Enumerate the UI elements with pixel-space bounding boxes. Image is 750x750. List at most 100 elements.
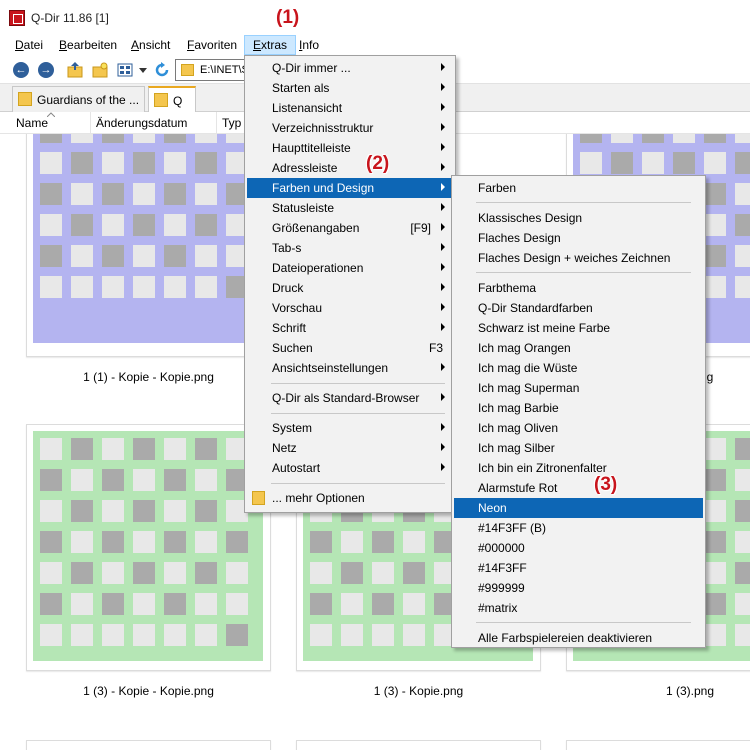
- submenu-item-neon[interactable]: Neon: [454, 498, 703, 518]
- submenu-item-14f3ff-b[interactable]: #14F3FF (B): [454, 518, 703, 538]
- submenu-item-barbie[interactable]: Ich mag Barbie: [454, 398, 703, 418]
- submenu-arrow-icon: [441, 423, 445, 431]
- menu-bearbeiten[interactable]: Bearbeiten: [59, 36, 117, 56]
- submenu-item-000000[interactable]: #000000: [454, 538, 703, 558]
- title-bar: Q-Dir 11.86 [1]: [0, 0, 750, 32]
- file-caption[interactable]: 1 (1) - Kopie - Kopie.png: [26, 370, 271, 384]
- menu-bar: Datei Bearbeiten Ansicht Favoriten Extra…: [0, 32, 750, 56]
- menu-ansicht[interactable]: Ansicht: [131, 36, 170, 56]
- back-icon[interactable]: ←: [13, 62, 29, 78]
- thumbnail-cell: [403, 593, 425, 615]
- menu-datei[interactable]: Datei: [15, 36, 43, 56]
- menu-item-mehr-optionen[interactable]: ... mehr Optionen: [247, 488, 453, 508]
- thumbnail-cell: [133, 562, 155, 584]
- submenu-arrow-icon: [441, 243, 445, 251]
- submenu-item-matrix[interactable]: #matrix: [454, 598, 703, 618]
- thumbnail-cell: [40, 438, 62, 460]
- thumbnail-cell: [735, 438, 750, 460]
- menu-item-farben-und-design[interactable]: Farben und Design: [247, 178, 453, 198]
- menu-item-adressleiste[interactable]: Adressleiste: [247, 158, 453, 178]
- menu-item-tabs[interactable]: Tab-s: [247, 238, 453, 258]
- callout-3: (3): [594, 474, 618, 495]
- forward-icon[interactable]: →: [38, 62, 54, 78]
- thumbnail-cell: [195, 593, 217, 615]
- thumbnail-cell: [735, 562, 750, 584]
- submenu-item-schwarz[interactable]: Schwarz ist meine Farbe: [454, 318, 703, 338]
- submenu-item-superman[interactable]: Ich mag Superman: [454, 378, 703, 398]
- thumbnail-cell: [735, 624, 750, 646]
- thumbnail-blue[interactable]: [26, 134, 271, 357]
- column-divider[interactable]: [90, 112, 91, 134]
- thumbnail-green[interactable]: [26, 424, 271, 671]
- menu-item-druck[interactable]: Druck: [247, 278, 453, 298]
- column-name[interactable]: Name: [16, 116, 48, 130]
- menu-favoriten[interactable]: Favoriten: [187, 36, 237, 56]
- thumbnail-cell: [40, 562, 62, 584]
- submenu-item-orangen[interactable]: Ich mag Orangen: [454, 338, 703, 358]
- submenu-item-wueste[interactable]: Ich mag die Wüste: [454, 358, 703, 378]
- thumbnail[interactable]: [566, 740, 750, 750]
- menu-item-statusleiste[interactable]: Statusleiste: [247, 198, 453, 218]
- refresh-icon[interactable]: [153, 61, 171, 79]
- submenu-arrow-icon: [441, 283, 445, 291]
- address-bar[interactable]: E:\INET\S: [175, 59, 249, 81]
- file-caption[interactable]: 1 (3) - Kopie - Kopie.png: [26, 684, 271, 698]
- submenu-item-silber[interactable]: Ich mag Silber: [454, 438, 703, 458]
- submenu-item-standardfarben[interactable]: Q-Dir Standardfarben: [454, 298, 703, 318]
- menu-item-groessenangaben[interactable]: Größenangaben [F9]: [247, 218, 453, 238]
- file-caption[interactable]: 1 (3).png: [566, 684, 750, 698]
- menu-item-verzeichnisstruktur[interactable]: Verzeichnisstruktur: [247, 118, 453, 138]
- submenu-item-klassisch[interactable]: Klassisches Design: [454, 208, 703, 228]
- thumbnail-cell: [226, 562, 248, 584]
- column-date[interactable]: Änderungsdatum: [96, 116, 187, 130]
- thumbnail-cell: [704, 276, 726, 298]
- menu-extras[interactable]: Extras: [244, 35, 297, 55]
- menu-item-listenansicht[interactable]: Listenansicht: [247, 98, 453, 118]
- thumbnail[interactable]: [296, 740, 541, 750]
- submenu-item-999999[interactable]: #999999: [454, 578, 703, 598]
- submenu-item-farbthema[interactable]: Farbthema: [454, 278, 703, 298]
- submenu-item-oliven[interactable]: Ich mag Oliven: [454, 418, 703, 438]
- submenu-item-14f3ff[interactable]: #14F3FF: [454, 558, 703, 578]
- menu-separator: [476, 622, 691, 623]
- thumbnail-cell: [372, 624, 394, 646]
- thumbnail-cell: [71, 183, 93, 205]
- submenu-arrow-icon: [441, 83, 445, 91]
- menu-item-suchen[interactable]: Suchen F3: [247, 338, 453, 358]
- menu-item-standard-browser[interactable]: Q-Dir als Standard-Browser: [247, 388, 453, 408]
- view-grid-icon[interactable]: [116, 61, 134, 79]
- thumbnail-cell: [704, 624, 726, 646]
- new-folder-icon[interactable]: [91, 61, 109, 79]
- tab-q[interactable]: Q: [148, 86, 196, 112]
- tab-guardians[interactable]: Guardians of the ...: [12, 86, 145, 112]
- submenu-item-alarmstufe-rot[interactable]: Alarmstufe Rot: [454, 478, 703, 498]
- menu-item-starten-als[interactable]: Starten als: [247, 78, 453, 98]
- menu-item-autostart[interactable]: Autostart: [247, 458, 453, 478]
- menu-item-vorschau[interactable]: Vorschau: [247, 298, 453, 318]
- menu-item-ansichtseinstellungen[interactable]: Ansichtseinstellungen: [247, 358, 453, 378]
- menu-item-qdir-immer[interactable]: Q-Dir immer ...: [247, 58, 453, 78]
- menu-info[interactable]: Info: [299, 36, 319, 56]
- menu-item-schrift[interactable]: Schrift: [247, 318, 453, 338]
- submenu-item-zitronenfalter[interactable]: Ich bin ein Zitronenfalter: [454, 458, 703, 478]
- thumbnail-cell: [71, 593, 93, 615]
- thumbnail[interactable]: [26, 740, 271, 750]
- thumbnail-cell: [40, 593, 62, 615]
- up-folder-icon[interactable]: [66, 61, 84, 79]
- submenu-item-flach-weich[interactable]: Flaches Design + weiches Zeichnen: [454, 248, 703, 268]
- submenu-item-flach[interactable]: Flaches Design: [454, 228, 703, 248]
- menu-item-netz[interactable]: Netz: [247, 438, 453, 458]
- menu-item-haupttitelleiste[interactable]: Haupttitelleiste: [247, 138, 453, 158]
- file-caption[interactable]: 1 (3) - Kopie.png: [296, 684, 541, 698]
- thumbnail-cell: [704, 438, 726, 460]
- thumbnail-cell: [102, 245, 124, 267]
- submenu-item-deaktivieren[interactable]: Alle Farbspielereien deaktivieren: [454, 628, 703, 648]
- menu-item-system[interactable]: System: [247, 418, 453, 438]
- thumbnail-cell: [164, 134, 186, 143]
- submenu-arrow-icon: [441, 393, 445, 401]
- submenu-item-farben[interactable]: Farben: [454, 178, 703, 198]
- thumbnail-cell: [133, 593, 155, 615]
- column-type[interactable]: Typ: [222, 116, 241, 130]
- column-divider[interactable]: [216, 112, 217, 134]
- menu-item-dateioperationen[interactable]: Dateioperationen: [247, 258, 453, 278]
